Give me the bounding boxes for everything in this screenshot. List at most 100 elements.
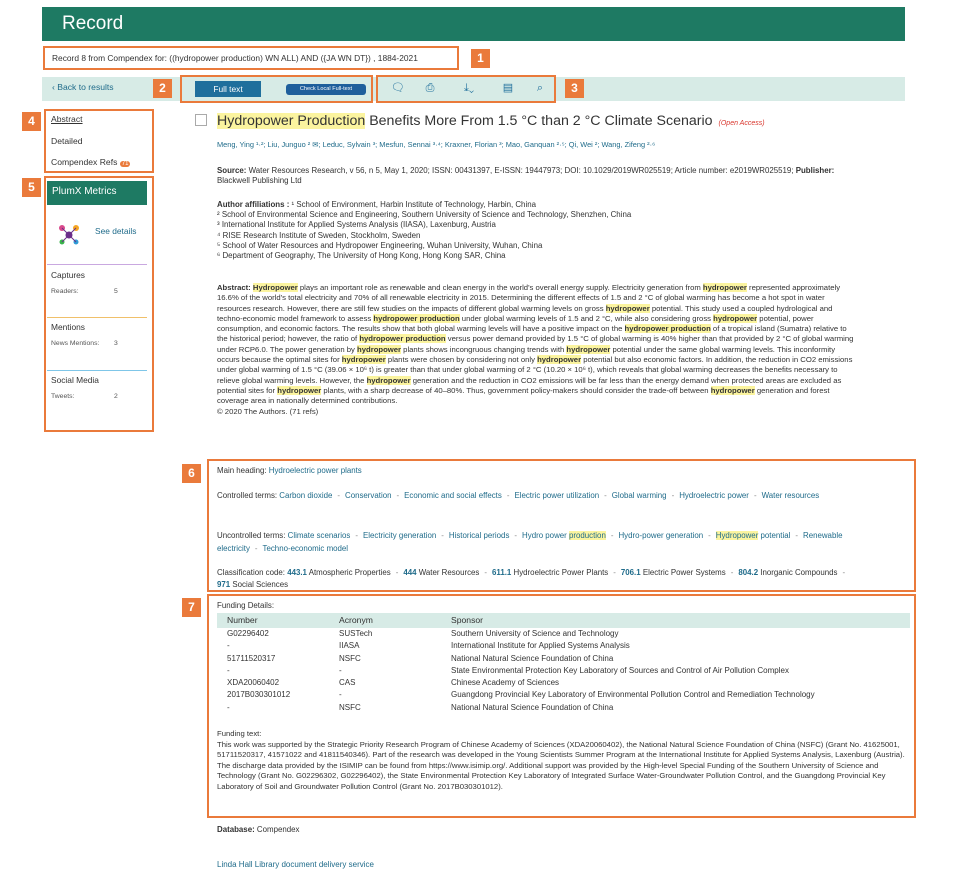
funding-cell: - <box>227 641 230 651</box>
readers-label: Readers: <box>51 288 79 295</box>
save-icon[interactable]: ▤ <box>500 81 516 95</box>
controlled-term[interactable]: Conservation <box>345 491 392 500</box>
nav-abstract[interactable]: Abstract <box>51 114 83 124</box>
classification-desc: Atmospheric Properties <box>306 568 391 577</box>
uncontrolled-term[interactable]: Electricity generation <box>363 531 436 540</box>
tweets-value: 2 <box>114 393 118 400</box>
classification-code[interactable]: 971 <box>217 580 230 589</box>
uncontrolled-label: Uncontrolled terms: <box>217 531 286 540</box>
divider <box>47 264 147 265</box>
classification-code[interactable]: 611.1 <box>492 568 511 577</box>
main-heading-value[interactable]: Hydroelectric power plants <box>269 466 362 475</box>
plumx-logo-icon <box>57 222 81 246</box>
news-mentions-label: News Mentions: <box>51 340 100 347</box>
funding-cell: G02296402 <box>227 629 269 638</box>
news-mentions-value: 3 <box>114 340 118 347</box>
select-record-checkbox[interactable] <box>195 114 207 126</box>
classification-code[interactable]: 444 <box>403 568 416 577</box>
full-text-button[interactable]: Full text <box>195 81 261 97</box>
controlled-term[interactable]: Electric power utilization <box>514 491 599 500</box>
uncontrolled-term[interactable]: Historical periods <box>449 531 510 540</box>
record-query: Record 8 from Compendex for: ((hydropowe… <box>52 53 418 63</box>
funding-cell: IIASA <box>339 641 360 651</box>
main-heading-label: Main heading: <box>217 466 267 475</box>
uncontrolled-term[interactable]: Hydropower potential <box>715 531 790 540</box>
classification-code[interactable]: 443.1 <box>287 568 307 577</box>
funding-cell: Southern University of Science and Techn… <box>451 629 619 638</box>
funding-text-label: Funding text: <box>217 729 262 738</box>
captures-heading: Captures <box>51 270 85 280</box>
nav-compendex-refs[interactable]: Compendex Refs 71 <box>51 157 131 167</box>
highlight-term: hydropower production <box>359 334 446 344</box>
col-number: Number <box>227 615 258 625</box>
plumx-title: PlumX Metrics <box>47 181 147 205</box>
controlled-term[interactable]: Water resources <box>762 491 820 500</box>
nav-detailed[interactable]: Detailed <box>51 136 83 146</box>
classification-desc: Inorganic Compounds <box>758 568 838 577</box>
term-separator: - <box>355 531 358 540</box>
funding-cell: National Natural Science Foundation of C… <box>451 653 614 663</box>
callout-3: 3 <box>565 79 584 98</box>
funding-row: XDA20060402 CAS Chinese Academy of Science… <box>217 677 910 689</box>
funding-cell: SUSTech <box>339 629 373 638</box>
classification-desc: Social Sciences <box>230 579 289 589</box>
funding-row: - - State Environmental Protection Key Lab… <box>217 665 910 677</box>
uncontrolled-term[interactable]: Climate scenarios <box>288 531 351 540</box>
term-separator: - <box>842 568 846 577</box>
controlled-term[interactable]: Economic and social effects <box>404 491 502 500</box>
funding-cell: NSFC <box>339 702 361 712</box>
database-line: Database: Compendex <box>217 825 857 835</box>
term-separator: - <box>708 531 711 540</box>
controlled-term[interactable]: Hydroelectric power <box>679 491 749 500</box>
back-to-results-link[interactable]: ‹ Back to results <box>52 82 114 92</box>
funding-cell: - <box>227 702 230 712</box>
controlled-term[interactable]: Global warming <box>612 491 667 500</box>
plumx-see-details-link[interactable]: See details <box>95 226 136 236</box>
funding-row: 51711520317 NSFC National Natural Science … <box>217 653 910 665</box>
uncontrolled-term[interactable]: Hydro-power generation <box>618 531 703 540</box>
abstract-label: Abstract: <box>217 283 251 292</box>
funding-cell: - <box>339 690 342 700</box>
term-separator: - <box>396 491 400 500</box>
affiliation-6: ⁶ Department of Geography, The Universit… <box>217 251 506 261</box>
term-separator: - <box>514 531 518 540</box>
funding-cell: - <box>227 665 230 675</box>
funding-cell: CAS <box>339 678 356 688</box>
uncontrolled-term[interactable]: Hydro power production <box>522 531 606 540</box>
authors-list[interactable]: Meng, Ying ¹·²; Liu, Junguo ² ✉; Leduc, … <box>217 140 655 149</box>
funding-text-block: Funding text: This work was supported by … <box>217 729 907 792</box>
divider <box>47 317 147 318</box>
document-delivery-link[interactable]: Linda Hall Library document delivery ser… <box>217 860 374 869</box>
affiliation-5: ⁵ School of Water Resources and Hydropow… <box>217 240 543 250</box>
print-icon[interactable]: ⎙ <box>422 81 438 95</box>
funding-table: Number Acronym Sponsor G02296402 SUSTech S… <box>217 613 910 714</box>
classification-code[interactable]: 804.2 <box>738 568 758 577</box>
funding-row: - NSFC National Natural Science Foundation… <box>217 702 910 714</box>
affiliations-block: Author affiliations : ¹ School of Enviro… <box>217 200 857 261</box>
term-separator: - <box>395 568 399 577</box>
funding-cell: 51711520317 <box>227 653 276 663</box>
source-block: Source: Water Resources Research, v 56, … <box>217 166 857 186</box>
uncontrolled-terms: Uncontrolled terms: Climate scenarios - El… <box>217 529 857 555</box>
search-icon[interactable]: ⌕ <box>532 81 548 95</box>
term-separator: - <box>484 568 488 577</box>
callout-2: 2 <box>153 79 172 98</box>
tweets-label: Tweets: <box>51 393 75 400</box>
funding-cell: - <box>339 665 342 675</box>
download-icon[interactable]: ⤓⌄ <box>455 81 483 95</box>
readers-value: 5 <box>114 288 118 295</box>
controlled-term[interactable]: Carbon dioxide <box>279 491 332 500</box>
page-header: Record <box>42 7 905 41</box>
check-local-fulltext-button[interactable]: Check Local Full-text <box>286 84 366 95</box>
open-access-badge: (Open Access) <box>718 120 765 127</box>
abstract-text: Hydropower plays an important role as re… <box>217 283 854 406</box>
compendex-refs-label: Compendex Refs <box>51 157 118 167</box>
funding-text: This work was supported by the Strategic… <box>217 739 905 791</box>
uncontrolled-term[interactable]: Techno-economic model <box>263 544 349 553</box>
social-media-heading: Social Media <box>51 375 99 385</box>
term-separator: - <box>613 568 616 577</box>
comment-icon[interactable]: 🗨 <box>390 81 406 95</box>
classification-code[interactable]: 706.1 <box>621 568 641 577</box>
highlight-term: hydropower <box>357 344 402 354</box>
database-value: Compendex <box>256 825 300 834</box>
